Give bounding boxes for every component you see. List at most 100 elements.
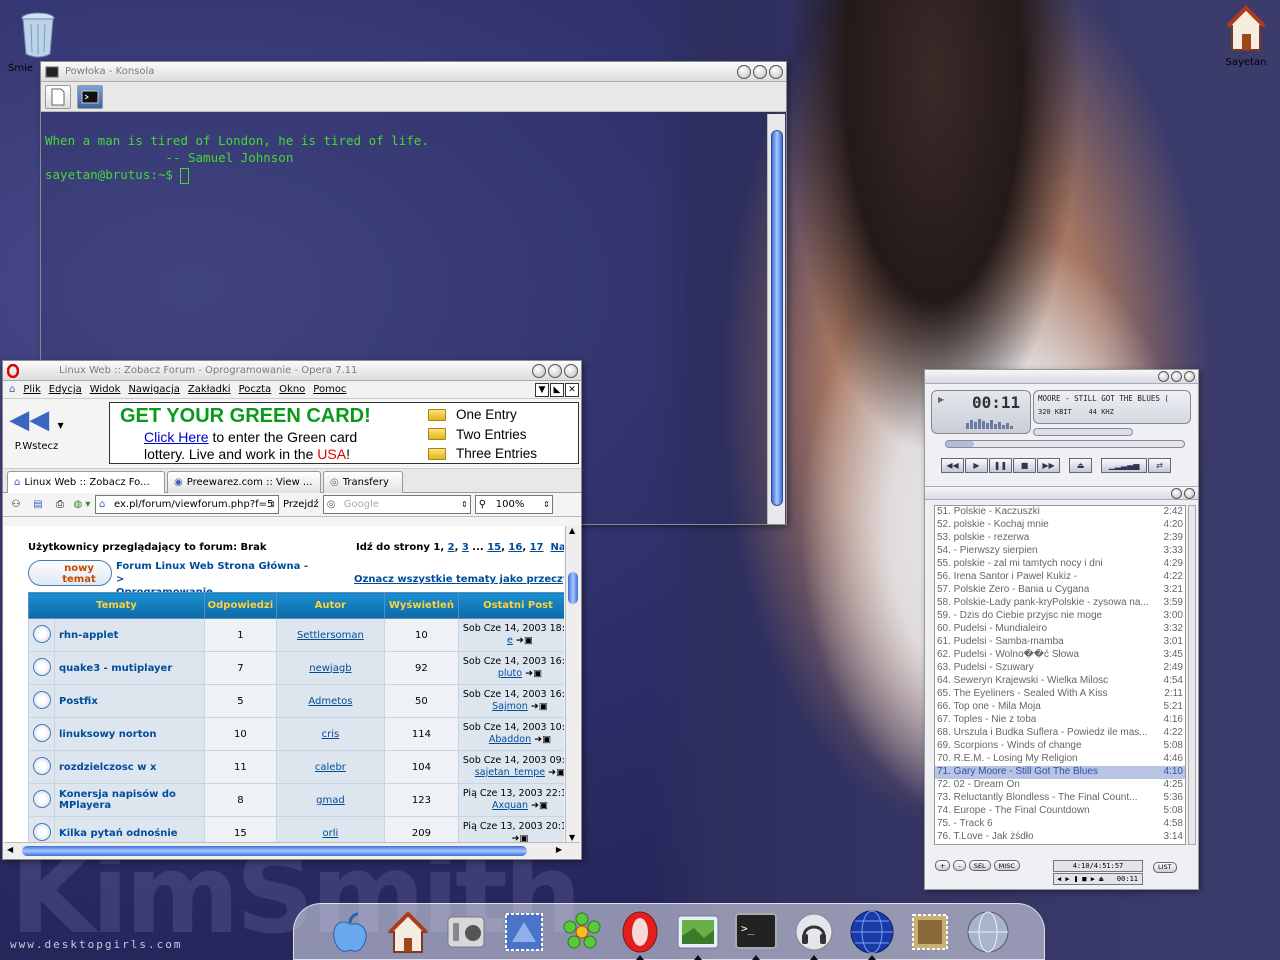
playlist-item[interactable]: 70. R.E.M. - Losing My Religion 4:46 — [935, 753, 1185, 766]
page-link[interactable]: 17 — [530, 542, 544, 553]
last-post-user[interactable]: e — [507, 635, 513, 646]
new-session-button[interactable] — [45, 84, 71, 109]
topic-title[interactable]: Konersja napisów do MPlayera — [54, 783, 205, 817]
dock-apple-menu[interactable] — [326, 908, 374, 956]
goto-last-post-icon[interactable]: ➜▣ — [511, 833, 528, 842]
shade-button[interactable] — [1171, 488, 1182, 499]
playlist-item[interactable]: 56. Irena Santor i Pawel Kukiz - 4:22 — [935, 571, 1185, 584]
scroll-left-icon[interactable]: ◀ — [7, 845, 13, 854]
minimize-button[interactable] — [532, 364, 546, 378]
ad-option[interactable]: Three Entries — [428, 444, 537, 464]
playlist-item[interactable]: 66. Top one - Mila Moja 5:21 — [935, 701, 1185, 714]
table-row[interactable]: rhn-applet 1 Settlersoman 10 Sob Cze 14, 200… — [28, 618, 564, 652]
breadcrumb-home-link[interactable]: Forum Linux Web Strona Główna -> — [116, 560, 316, 586]
menu-help[interactable]: Pomoc — [313, 384, 346, 395]
last-post-user[interactable]: sajetan_tempe — [475, 767, 545, 778]
select-button[interactable]: SEL — [968, 860, 991, 871]
scroll-down-icon[interactable]: ▼ — [569, 833, 575, 842]
playlist-item[interactable]: 64. Seweryn Krajewski - Wielka Milosc 4:5… — [935, 675, 1185, 688]
menu-window[interactable]: Okno — [279, 384, 305, 395]
page-link[interactable]: 3 — [462, 542, 469, 553]
shade-button[interactable] — [1171, 371, 1182, 382]
menu-view[interactable]: Widok — [90, 384, 121, 395]
playlist-item[interactable]: 73. Reluctantly Blondless - The Final Co… — [935, 792, 1185, 805]
new-topic-button[interactable]: nowy temat — [28, 560, 112, 586]
playlist-item[interactable]: 53. polskie - rezerwa 2:39 — [935, 532, 1185, 545]
next-button[interactable]: ▶▶ — [1037, 458, 1060, 473]
zoom-select[interactable]: ⚲ 100% ⇕ — [474, 495, 553, 514]
playlist-item[interactable]: 75. - Track 6 4:58 — [935, 818, 1185, 831]
back-button[interactable]: ◀◀ ▼ P.Wstecz — [9, 405, 64, 452]
page-scrollbar[interactable]: ▲ ▼ — [565, 526, 580, 842]
menu-file[interactable]: Plik — [23, 384, 40, 395]
dock-web-globe[interactable] — [964, 908, 1012, 956]
playlist-item[interactable]: 52. polskie - Kochaj mnie 4:20 — [935, 519, 1185, 532]
last-post-user[interactable]: Abaddon — [489, 734, 531, 745]
konsole-scrollbar[interactable] — [767, 114, 785, 524]
minimize-button[interactable] — [737, 65, 751, 79]
previous-button[interactable]: ◀◀ — [941, 458, 964, 473]
volume-slider[interactable] — [1033, 428, 1133, 436]
topic-title[interactable]: Kilka pytań odnośnie — [54, 816, 205, 842]
mini-transport-icon[interactable]: ◀ ▶ ❚ ■ ▶ ⏏ — [1057, 874, 1103, 884]
topic-title[interactable]: linuksowy norton — [54, 717, 205, 751]
playlist-item[interactable]: 51. Polskie - Kaczuszki 2:42 — [935, 506, 1185, 519]
dock-home[interactable] — [384, 908, 432, 956]
author-link[interactable]: newjagb — [275, 651, 385, 685]
dock-network-globe[interactable] — [848, 908, 896, 960]
scroll-up-icon[interactable]: ▲ — [569, 526, 575, 535]
playlist-item[interactable]: 59. - Dzis do Ciebie przyjsc nie moge 3:0… — [935, 610, 1185, 623]
opera-titlebar[interactable]: Linux Web :: Zobacz Forum - Oprogramowan… — [3, 361, 581, 381]
scrollbar-thumb[interactable] — [568, 572, 578, 604]
page-link[interactable]: 2 — [448, 542, 455, 553]
shuffle-button[interactable]: ▁▂▃▄▅ — [1101, 458, 1147, 473]
dock-terminal[interactable]: >_ — [732, 908, 780, 960]
goto-last-post-icon[interactable]: ➜▣ — [531, 701, 548, 712]
horizontal-scrollbar[interactable]: ◀ ▶ — [4, 842, 580, 858]
address-input[interactable]: ⌂ ex.pl/forum/viewforum.php?f=5 ⇕ — [95, 495, 279, 514]
globe-icon[interactable]: ◍ ▾ — [73, 496, 91, 514]
author-link[interactable]: Admetos — [275, 684, 385, 718]
menu-bookmarks[interactable]: Zakładki — [188, 384, 231, 395]
ad-option[interactable]: Two Entries — [428, 425, 537, 445]
menu-navigation[interactable]: Nawigacja — [128, 384, 179, 395]
playlist-item[interactable]: 68. Urszula i Budka Suflera - Powiedz il… — [935, 727, 1185, 740]
column-header-author[interactable]: Autor — [275, 592, 385, 619]
mail-icon[interactable]: ▤ — [29, 496, 47, 514]
dock-mail[interactable] — [500, 908, 548, 956]
column-header-replies[interactable]: Odpowiedzi — [203, 592, 277, 619]
goto-last-post-icon[interactable]: ➜▣ — [548, 767, 564, 778]
goto-last-post-icon[interactable]: ➜▣ — [516, 635, 533, 646]
print-icon[interactable]: ⎙ — [51, 496, 69, 514]
song-title-display[interactable]: MOORE - STILL GOT THE BLUES ( 320 KBIT 4… — [1033, 390, 1191, 424]
page-link[interactable]: 16 — [508, 542, 522, 553]
playlist-item[interactable]: 74. Europe - The Final Countdown 5:08 — [935, 805, 1185, 818]
playlist-item[interactable]: 65. The Eyeliners - Sealed With A Kiss 2:… — [935, 688, 1185, 701]
repeat-button[interactable]: ⇄ — [1148, 458, 1171, 473]
dock-opera[interactable] — [616, 908, 664, 960]
playlist-item[interactable]: 61. Pudelsi - Samba-mamba 3:01 — [935, 636, 1185, 649]
mark-read-link[interactable]: Oznacz wszystkie tematy jako przeczytan — [354, 574, 564, 585]
playlist-titlebar[interactable] — [925, 486, 1198, 500]
playlist-item[interactable]: 57. Polskie Zero - Bania u Cygana 3:21 — [935, 584, 1185, 597]
topic-title[interactable]: rozdzielczosc w x — [54, 750, 205, 784]
dock-stamp-app[interactable] — [906, 908, 954, 956]
dock-icq[interactable] — [558, 908, 606, 956]
player-titlebar[interactable] — [925, 370, 1198, 384]
scrollbar-thumb[interactable] — [22, 846, 527, 856]
tab-transfers[interactable]: ◎ Transfery — [323, 471, 403, 493]
scrollbar-thumb[interactable] — [771, 130, 783, 506]
table-row[interactable]: Postfix5Admetos50Sob Cze 14, 2003 16:19S… — [28, 684, 564, 718]
maximize-button[interactable] — [548, 364, 562, 378]
topic-title[interactable]: rhn-applet — [54, 618, 205, 652]
remove-button[interactable]: - — [953, 860, 966, 871]
time-display[interactable]: ▶ 00:11 — [931, 390, 1031, 434]
author-link[interactable]: Settlersoman — [275, 618, 385, 652]
home-desktop-icon[interactable]: Sayetan — [1216, 4, 1276, 68]
topic-title[interactable]: Postfix — [54, 684, 205, 718]
session-tab-button[interactable] — [77, 84, 103, 109]
table-row[interactable]: Konersja napisów do MPlayera 8 gmad 123 Pią … — [28, 783, 564, 817]
playlist[interactable]: 51. Polskie - Kaczuszki 2:42 52. polskie -… — [934, 505, 1186, 845]
playlist-item[interactable]: 58. Polskie-Lady pank-kryPolskie - zysow… — [935, 597, 1185, 610]
go-button[interactable]: Przejdź — [283, 499, 319, 510]
